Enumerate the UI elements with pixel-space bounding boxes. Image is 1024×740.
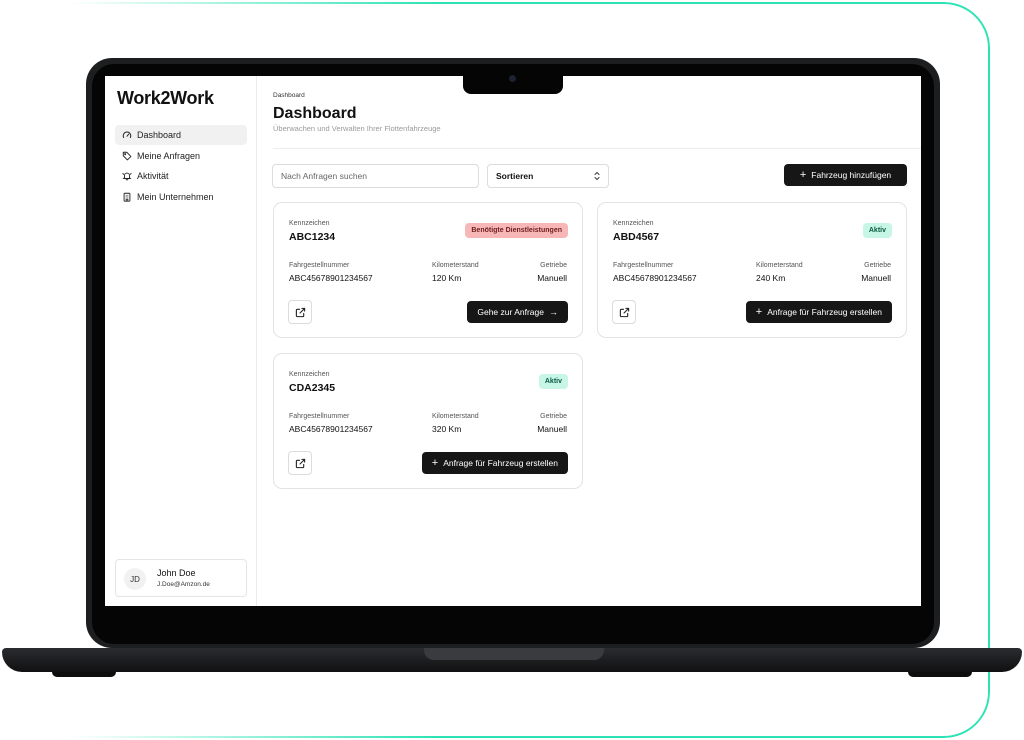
gauge-icon [122, 131, 132, 138]
page-title: Dashboard [273, 105, 357, 122]
vehicle-card: Kennzeichen CDA2345 Aktiv Fahrgestellnum… [273, 353, 583, 489]
sidebar-nav: Dashboard Meine Anfragen Aktivität Mein … [115, 125, 247, 207]
plate-label: Kennzeichen [613, 220, 654, 227]
sidebar-item-meine-anfragen[interactable]: Meine Anfragen [115, 146, 247, 166]
bell-icon [122, 172, 132, 181]
user-email: J.Doe@Amzon.de [157, 581, 210, 588]
laptop-groove [424, 648, 604, 660]
sort-label: Sortieren [496, 171, 534, 181]
search-input[interactable] [272, 164, 479, 188]
breadcrumb[interactable]: Dashboard [273, 92, 305, 99]
header-divider [273, 148, 921, 149]
vehicle-mileage: 240 Km [756, 273, 786, 283]
main-content: Dashboard Dashboard Überwachen und Verwa… [257, 76, 921, 606]
create-request-button[interactable]: + Anfrage für Fahrzeug erstellen [421, 452, 568, 474]
external-link-icon [619, 307, 629, 317]
building-icon [123, 192, 131, 202]
sidebar-item-label: Dashboard [137, 130, 182, 140]
vehicle-vin: ABC45678901234567 [613, 273, 697, 283]
user-name: John Doe [157, 568, 196, 578]
go-to-request-button[interactable]: Gehe zur Anfrage → [467, 301, 568, 323]
arrow-right-icon: → [549, 307, 558, 317]
status-badge: Aktiv [862, 223, 892, 238]
vehicle-plate: CDA2345 [289, 382, 336, 394]
card-action-label: Anfrage für Fahrzeug erstellen [767, 307, 882, 317]
sidebar-item-label: Mein Unternehmen [137, 191, 214, 202]
vehicle-plate: ABC1234 [289, 231, 336, 243]
vehicle-gearbox: Manuell [537, 424, 567, 434]
mileage-label: Kilometerstand [432, 262, 479, 269]
vehicle-gearbox: Manuell [861, 273, 891, 283]
status-badge: Benötigte Dienstleistungen [465, 223, 568, 238]
sidebar-item-aktivitaet[interactable]: Aktivität [115, 166, 247, 186]
gearbox-label: Getriebe [540, 262, 567, 269]
vehicle-gearbox: Manuell [537, 273, 567, 283]
gearbox-label: Getriebe [540, 413, 567, 420]
open-external-button[interactable] [288, 300, 312, 324]
vehicle-card: Kennzeichen ABC1234 Benötigte Dienstleis… [273, 202, 583, 338]
plus-icon: + [755, 305, 763, 318]
vehicle-mileage: 320 Km [432, 424, 462, 434]
open-external-button[interactable] [288, 451, 312, 475]
sidebar-item-label: Aktivität [137, 171, 169, 181]
gearbox-label: Getriebe [864, 262, 891, 269]
mileage-label: Kilometerstand [756, 262, 803, 269]
vin-label: Fahrgestellnummer [289, 413, 350, 420]
vehicle-vin: ABC45678901234567 [289, 424, 373, 434]
vehicle-plate: ABD4567 [613, 231, 660, 243]
camera-icon [509, 75, 516, 82]
sort-select[interactable]: Sortieren [487, 164, 609, 188]
card-action-label: Gehe zur Anfrage [477, 307, 544, 317]
avatar: JD [124, 568, 146, 590]
vin-label: Fahrgestellnummer [613, 262, 674, 269]
status-badge: Aktiv [538, 374, 568, 389]
plus-icon: + [799, 168, 807, 181]
tag-icon [122, 151, 132, 160]
plate-label: Kennzeichen [289, 371, 330, 378]
vehicle-mileage: 120 Km [432, 273, 462, 283]
vehicle-vin: ABC45678901234567 [289, 273, 373, 283]
app-logo[interactable]: Work2Work [117, 88, 214, 109]
external-link-icon [295, 458, 305, 468]
sidebar-item-label: Meine Anfragen [137, 150, 201, 161]
create-request-button[interactable]: + Anfrage für Fahrzeug erstellen [745, 301, 892, 323]
plate-label: Kennzeichen [289, 220, 330, 227]
vin-label: Fahrgestellnummer [289, 262, 350, 269]
laptop-foot-right [908, 672, 972, 677]
add-vehicle-button[interactable]: + Fahrzeug hinzufügen [784, 164, 907, 186]
open-external-button[interactable] [612, 300, 636, 324]
vehicle-card: Kennzeichen ABD4567 Aktiv Fahrgestellnum… [597, 202, 907, 338]
card-action-label: Anfrage für Fahrzeug erstellen [443, 458, 558, 468]
add-vehicle-label: Fahrzeug hinzufügen [811, 170, 892, 180]
external-link-icon [295, 307, 305, 317]
sidebar: Work2Work Dashboard Meine Anfragen Aktiv… [105, 76, 257, 606]
app-screen: Work2Work Dashboard Meine Anfragen Aktiv… [105, 76, 921, 606]
mileage-label: Kilometerstand [432, 413, 479, 420]
user-profile-card[interactable]: JD John Doe J.Doe@Amzon.de [115, 559, 247, 597]
plus-icon: + [431, 456, 439, 469]
sidebar-item-mein-unternehmen[interactable]: Mein Unternehmen [115, 187, 247, 207]
page-subtitle: Überwachen und Verwalten Ihrer Flottenfa… [273, 124, 441, 133]
laptop-foot-left [52, 672, 116, 677]
sidebar-item-dashboard[interactable]: Dashboard [115, 125, 247, 145]
chevron-up-down-icon [594, 171, 600, 181]
